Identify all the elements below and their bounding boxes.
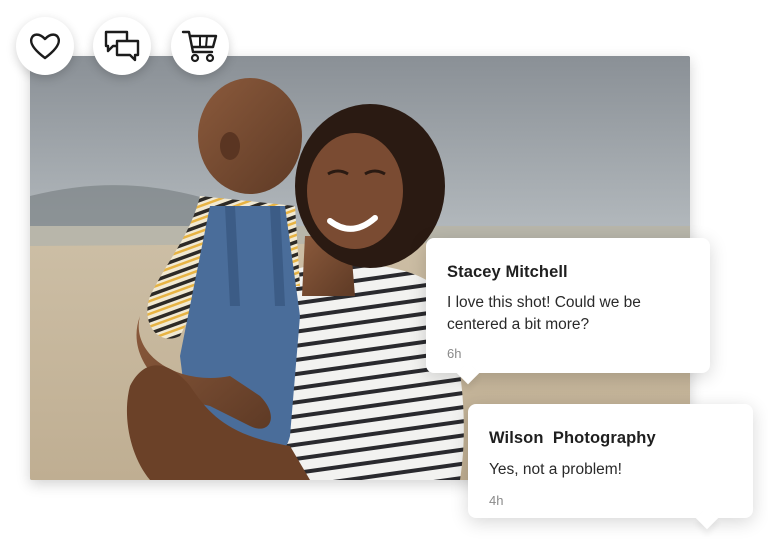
like-button[interactable] (16, 17, 74, 75)
cart-button[interactable] (171, 17, 229, 75)
reply-card: Wilson Photography Yes, not a problem! 4… (468, 404, 753, 518)
chat-bubbles-icon (104, 30, 140, 62)
comment-author: Stacey Mitchell (447, 263, 568, 281)
comment-timestamp: 4h (489, 493, 504, 508)
comment-timestamp: 6h (447, 346, 462, 361)
comment-author: Wilson Photography (489, 429, 656, 447)
comments-button[interactable] (93, 17, 151, 75)
cart-icon (181, 30, 218, 63)
comment-message: Yes, not a problem! (489, 461, 622, 478)
heart-icon (29, 33, 61, 60)
comment-message: I love this shot! Could we be centered a… (447, 294, 641, 333)
comment-card: Stacey Mitchell I love this shot! Could … (426, 238, 710, 373)
photo-review-stage: Stacey Mitchell I love this shot! Could … (0, 0, 768, 543)
